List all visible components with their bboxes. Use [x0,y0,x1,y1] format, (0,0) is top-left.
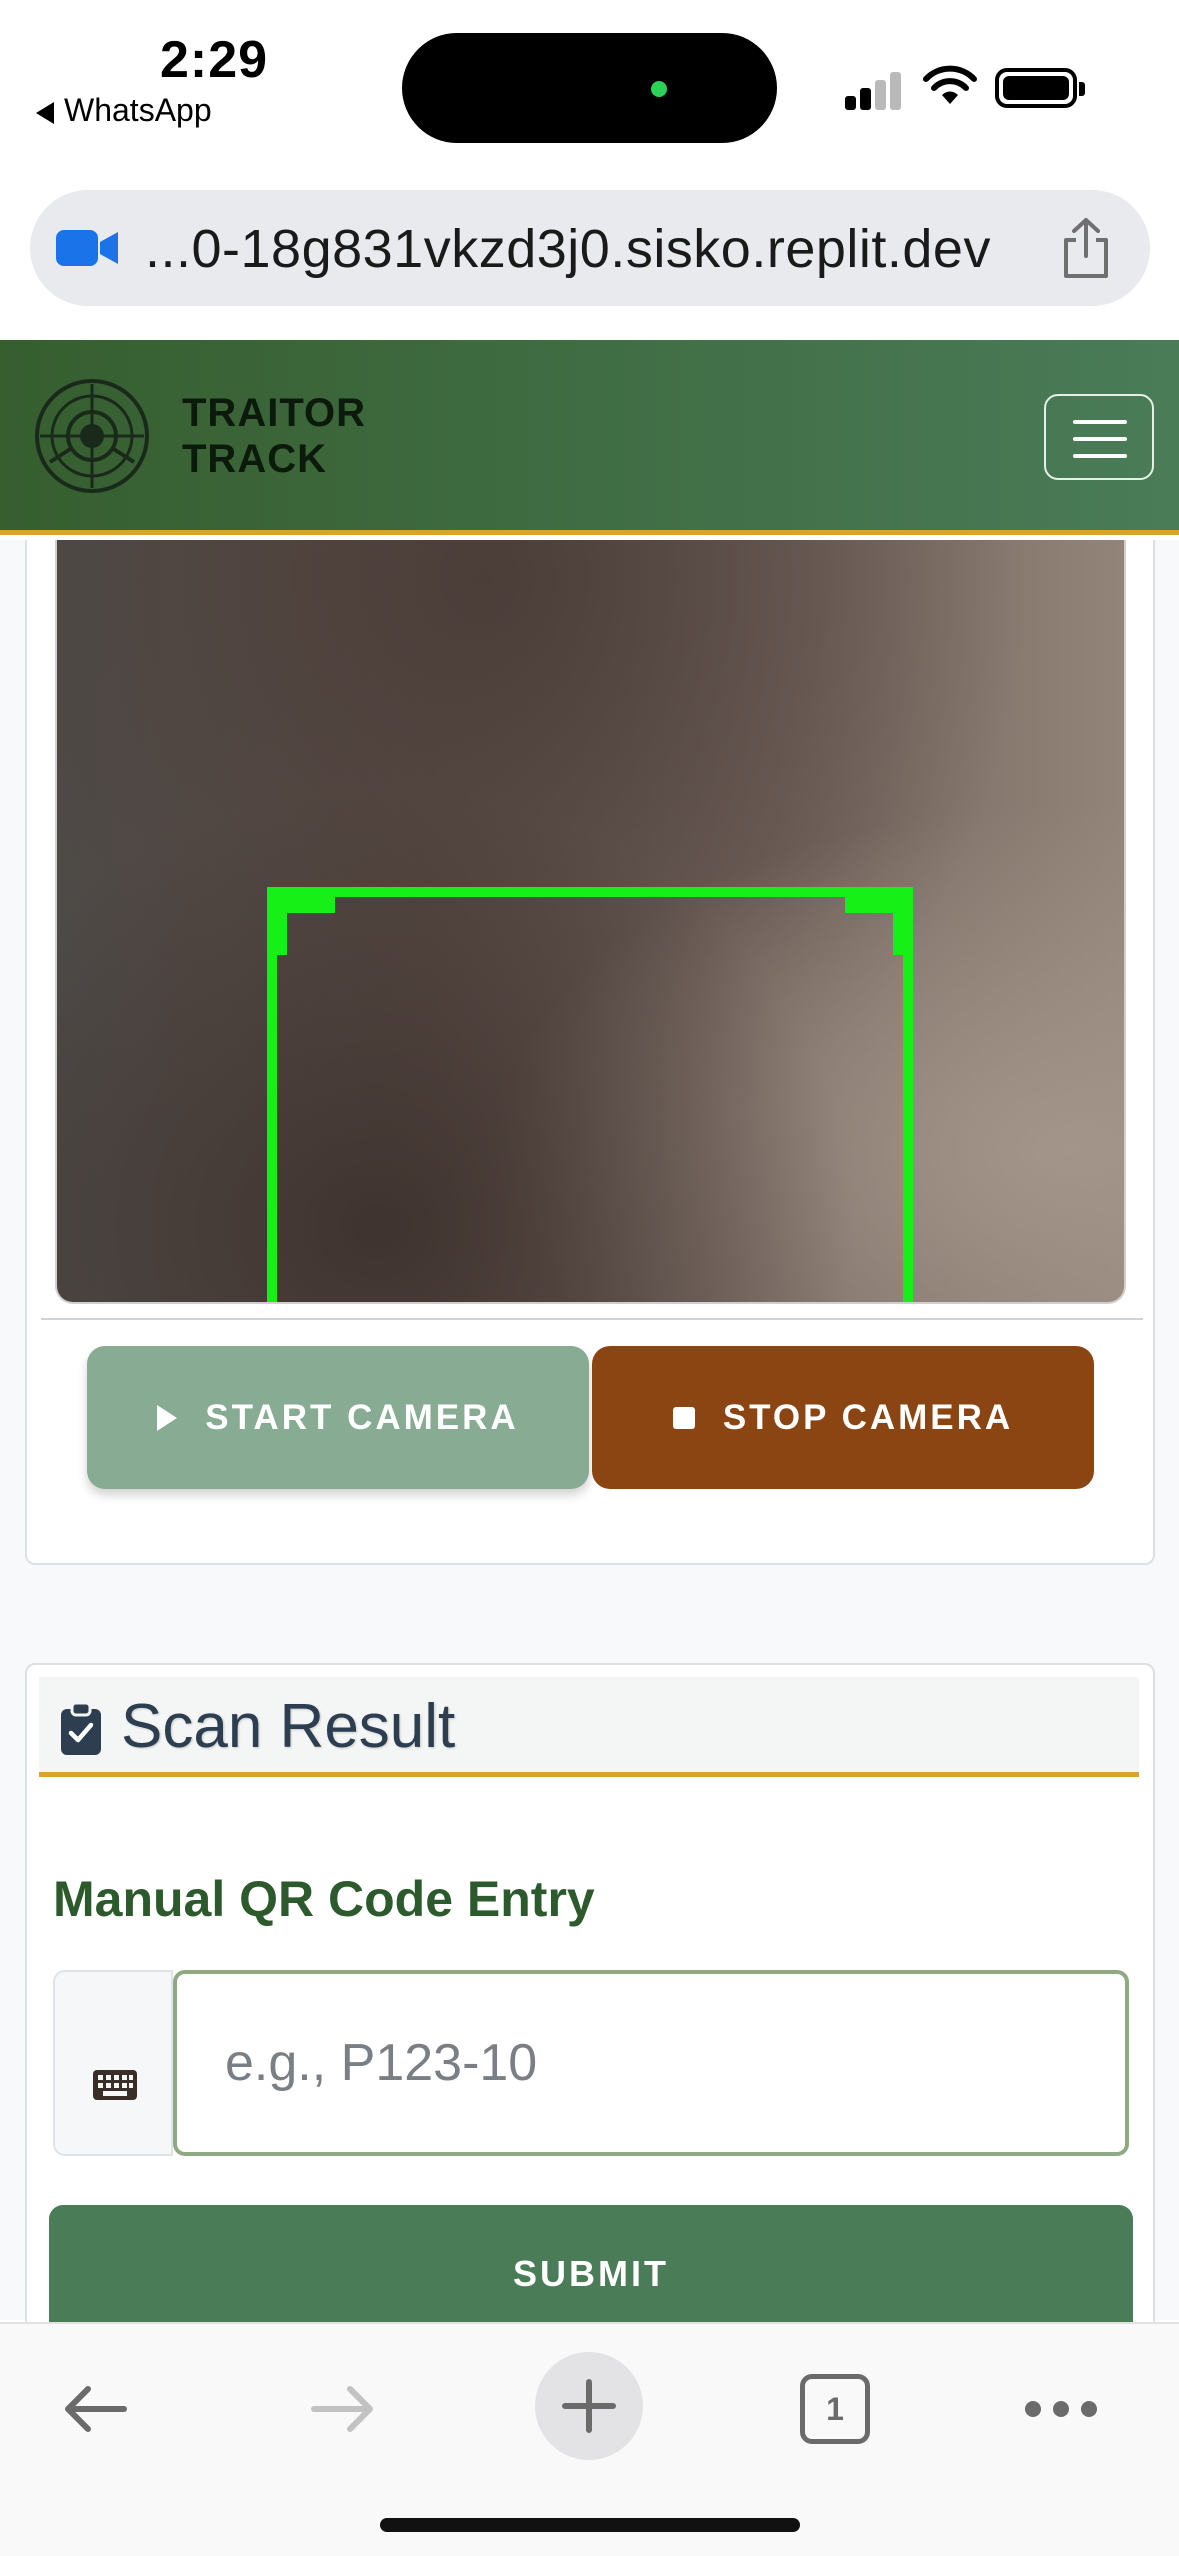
brand-line-2: TRACK [182,437,327,481]
scan-result-card: Scan Result Manual QR Code Entry SUBMIT [25,1663,1155,2385]
more-icon[interactable] [1006,2354,1116,2464]
camera-video-feed [55,540,1126,1304]
clipboard-check-icon [61,1703,101,1755]
divider [41,1318,1143,1320]
camera-active-indicator [651,81,667,97]
keyboard-icon [93,2070,137,2100]
forward-arrow-icon[interactable] [288,2354,398,2464]
tab-count: 1 [800,2374,870,2444]
status-time: 2:29 [160,31,269,89]
back-triangle-icon [36,101,54,124]
start-camera-button[interactable]: START CAMERA [87,1346,589,1489]
stop-camera-button[interactable]: STOP CAMERA [592,1346,1094,1489]
dynamic-island [402,33,777,143]
scan-result-header: Scan Result [39,1677,1139,1777]
scan-result-title: Scan Result [121,1692,456,1761]
page-content: START CAMERA STOP CAMERA Scan Result Man… [0,540,1179,2385]
brand-line-1: TRAITOR [182,391,367,435]
cellular-signal-icon [845,70,903,110]
back-app-label: WhatsApp [64,92,212,128]
plus-icon[interactable] [535,2352,643,2460]
qr-scan-frame [267,887,913,1302]
play-icon [157,1404,178,1431]
back-to-app-link[interactable]: WhatsApp [36,92,212,129]
brand-name: TRAITOR TRACK [182,390,366,482]
qr-input-group [53,1970,1129,2156]
share-icon[interactable] [1058,216,1114,280]
address-bar[interactable]: ...0-18g831vkzd3j0.sisko.replit.dev [30,190,1150,306]
wifi-icon [923,65,977,104]
status-bar: 2:29 WhatsApp [0,0,1179,170]
input-addon [53,1970,173,2156]
url-text[interactable]: ...0-18g831vkzd3j0.sisko.replit.dev [145,218,991,280]
start-camera-label: START CAMERA [205,1397,519,1437]
qr-code-input[interactable] [173,1970,1129,2156]
radar-crosshair-logo[interactable] [32,376,152,496]
video-camera-icon [56,230,118,266]
tabs-icon[interactable]: 1 [780,2354,890,2464]
back-arrow-icon[interactable] [40,2354,150,2464]
hamburger-menu-icon[interactable] [1044,394,1154,480]
stop-icon [672,1406,695,1429]
app-header: TRAITOR TRACK [0,340,1179,535]
stop-camera-label: STOP CAMERA [722,1397,1014,1437]
battery-icon [995,68,1085,108]
camera-card: START CAMERA STOP CAMERA [25,540,1155,1565]
manual-entry-label: Manual QR Code Entry [53,1871,595,1927]
home-indicator[interactable] [380,2518,800,2532]
